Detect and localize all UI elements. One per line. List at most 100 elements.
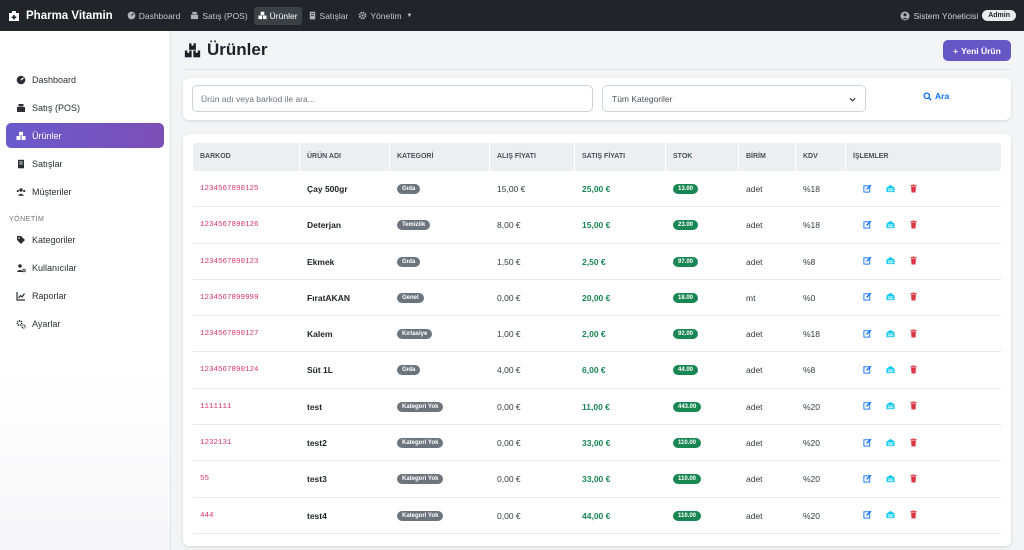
delete-button[interactable]	[909, 437, 918, 449]
barcode-cell: 1234567899999	[200, 293, 259, 302]
table-row: 1234567899999 FıratAKAN Genel 0,00 € 20,00 €…	[193, 280, 1001, 317]
delete-button[interactable]	[909, 474, 918, 485]
category-select[interactable]: Tüm Kategoriler	[602, 85, 866, 112]
edit-button[interactable]	[863, 329, 872, 340]
col-category[interactable]: KATEGORİ	[390, 143, 490, 171]
barcode-cell: 1234567890126	[200, 221, 259, 230]
sidebar-item-settings[interactable]: Ayarlar	[6, 311, 164, 336]
table-row: 1111111 test Kategori Yok 0,00 € 11,00 € 443.…	[193, 389, 1001, 426]
search-button[interactable]: Ara	[923, 91, 949, 101]
category-badge: Kategori Yok	[397, 401, 444, 412]
edit-button[interactable]	[863, 401, 872, 412]
edit-button[interactable]	[863, 365, 872, 376]
sidebar-item-dashboard[interactable]: Dashboard	[6, 67, 164, 92]
col-sell-price[interactable]: SATIŞ FİYATI	[575, 143, 666, 171]
new-product-button[interactable]: + Yeni Ürün	[943, 40, 1011, 61]
stock-button[interactable]	[886, 365, 895, 376]
buy-price-cell: 0,00 €	[497, 510, 521, 521]
products-table-card: BARKOD ÜRÜN ADI KATEGORİ ALIŞ FİYATI SAT…	[183, 134, 1011, 546]
stock-button[interactable]	[886, 292, 895, 303]
col-buy-price[interactable]: ALIŞ FİYATI	[490, 143, 575, 171]
edit-button[interactable]	[863, 256, 872, 267]
stock-badge: 18.00	[673, 292, 699, 303]
stock-button[interactable]	[886, 401, 895, 412]
edit-button[interactable]	[863, 438, 872, 449]
sidebar-item-users[interactable]: Kullanıcılar	[6, 255, 164, 280]
stock-button[interactable]	[886, 329, 895, 340]
sidebar-item-reports[interactable]: Raporlar	[6, 283, 164, 308]
delete-button[interactable]	[909, 256, 918, 267]
buy-price-cell: 0,00 €	[497, 474, 521, 485]
sidebar-item-products[interactable]: Ürünler	[6, 123, 164, 148]
gears-icon	[16, 319, 26, 329]
sidebar-section-title: YÖNETİM	[9, 216, 45, 223]
brand[interactable]: Pharma Vitamin	[8, 10, 113, 22]
product-name-cell: test2	[307, 438, 327, 449]
stock-button[interactable]	[886, 438, 895, 449]
col-name[interactable]: ÜRÜN ADI	[300, 143, 390, 171]
delete-button[interactable]	[909, 365, 918, 376]
trash-icon	[910, 510, 917, 519]
stock-button[interactable]	[886, 220, 895, 231]
sidebar-item-categories[interactable]: Kategoriler	[6, 227, 164, 252]
warehouse-icon	[886, 184, 895, 192]
nav-pos[interactable]: Satış (POS)	[186, 7, 251, 25]
chevron-down-icon	[849, 97, 856, 102]
col-unit[interactable]: BİRİM	[739, 143, 796, 171]
boxes-icon	[16, 131, 26, 140]
barcode-cell: 1232131	[200, 439, 232, 448]
edit-icon	[863, 510, 872, 519]
table-body: 1234567890125 Çay 500gr Gıda 15,00 € 25,00 €…	[193, 171, 1001, 534]
unit-cell: mt	[746, 292, 756, 303]
delete-button[interactable]	[909, 220, 918, 231]
col-stock[interactable]: STOK	[666, 143, 739, 171]
sidebar-item-sales[interactable]: Satışlar	[6, 151, 164, 176]
delete-button[interactable]	[909, 292, 918, 303]
product-name-cell: Deterjan	[307, 220, 342, 231]
stock-button[interactable]	[886, 474, 895, 485]
stock-button[interactable]	[886, 510, 895, 521]
nav-sales[interactable]: Satışlar	[304, 7, 353, 25]
unit-cell: adet	[746, 474, 763, 485]
main-content: Ürünler + Yeni Ürün Tüm Kategoriler Ara …	[171, 31, 1024, 550]
delete-button[interactable]	[909, 401, 918, 412]
edit-button[interactable]	[863, 510, 872, 521]
unit-cell: adet	[746, 510, 763, 521]
buy-price-cell: 1,00 €	[497, 329, 521, 340]
col-barcode[interactable]: BARKOD	[193, 143, 300, 171]
warehouse-icon	[886, 293, 895, 301]
delete-button[interactable]	[909, 510, 918, 521]
search-input[interactable]	[192, 85, 593, 112]
edit-button[interactable]	[863, 220, 872, 231]
nav-management-dropdown[interactable]: Yönetim ▼	[354, 7, 416, 25]
caret-down-icon: ▼	[406, 12, 413, 19]
nav-dashboard[interactable]: Dashboard	[123, 7, 185, 25]
sell-price-cell: 33,00 €	[582, 474, 611, 485]
product-name-cell: Ekmek	[307, 256, 335, 267]
stock-button[interactable]	[886, 256, 895, 267]
gauge-icon	[16, 75, 26, 84]
buy-price-cell: 8,00 €	[497, 220, 521, 231]
stock-button[interactable]	[886, 184, 895, 195]
col-kdv[interactable]: KDV	[796, 143, 846, 171]
kdv-cell: %18	[803, 220, 821, 231]
page-title: Ürünler	[207, 40, 268, 59]
edit-button[interactable]	[863, 292, 872, 303]
category-badge: Kırtasiye	[397, 329, 433, 340]
edit-button[interactable]	[863, 474, 872, 485]
receipt-icon	[18, 159, 24, 168]
sidebar-item-pos[interactable]: Satış (POS)	[6, 95, 164, 120]
category-cell: Genel	[390, 280, 424, 316]
delete-button[interactable]	[909, 329, 918, 340]
delete-button[interactable]	[909, 183, 918, 195]
category-cell: Kategori Yok	[390, 389, 444, 425]
barcode-cell: 1111111	[200, 402, 232, 411]
stock-cell: 110.00	[666, 425, 702, 461]
actions-cell	[856, 461, 918, 497]
edit-button[interactable]	[863, 184, 872, 195]
buy-price-cell: 4,00 €	[497, 365, 521, 376]
user-menu[interactable]: Sistem Yöneticisi Admin	[900, 10, 1016, 21]
product-name-cell: Çay 500gr	[307, 184, 348, 194]
sidebar-item-customers[interactable]: Müşteriler	[6, 179, 164, 204]
nav-products[interactable]: Ürünler	[253, 6, 302, 25]
